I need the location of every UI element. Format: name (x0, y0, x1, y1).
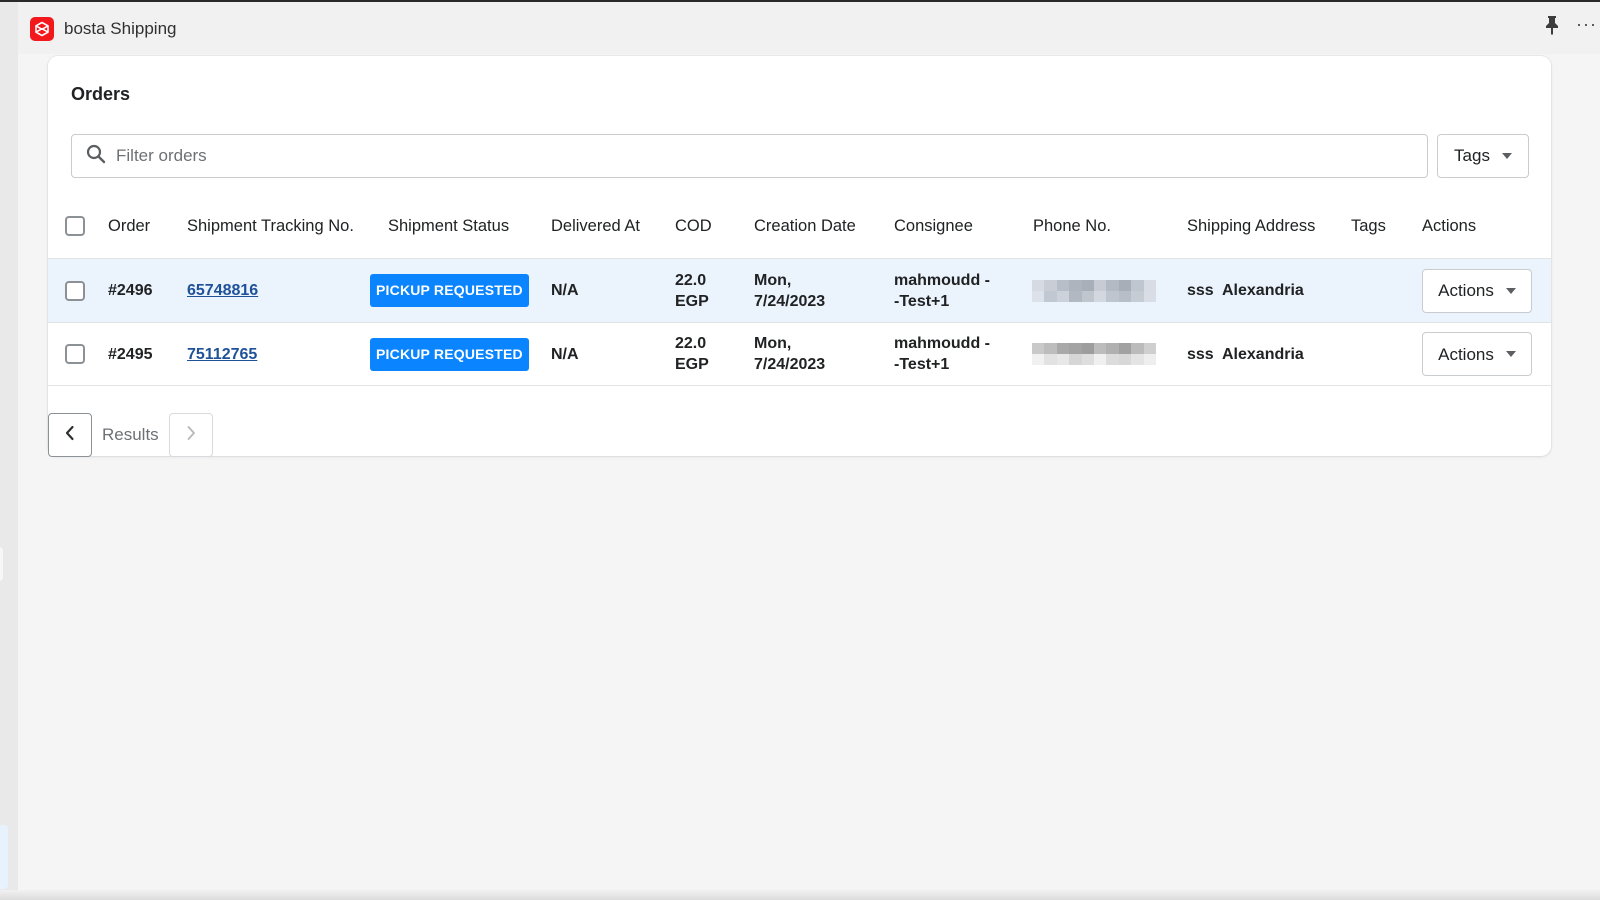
orders-table: Order Shipment Tracking No. Shipment Sta… (48, 194, 1551, 386)
filter-orders-input[interactable] (116, 146, 1396, 166)
pin-icon[interactable] (1544, 15, 1560, 35)
filter-orders-field[interactable] (71, 134, 1428, 178)
row-actions-button[interactable]: Actions (1422, 332, 1532, 376)
tags-filter-button[interactable]: Tags (1437, 134, 1529, 178)
sidebar-active-indicator (0, 825, 8, 889)
phone-number-blurred (1032, 343, 1156, 365)
chevron-right-icon (185, 425, 197, 446)
status-badge: PICKUP REQUESTED (370, 274, 529, 307)
cod-amount: 22.0 (675, 335, 707, 352)
phone-cell (1032, 259, 1156, 322)
consignee-name: mahmoudd - (894, 271, 990, 289)
actions-cell: Actions (1422, 259, 1532, 322)
pagination: Results (48, 413, 213, 457)
actions-button-label: Actions (1438, 281, 1494, 300)
shipping-address: sss Alexandria (1187, 345, 1304, 363)
cod-cell: 22.0 EGP (675, 259, 709, 322)
orders-card: Orders Tags Order Shipment Tracking No. … (48, 56, 1551, 457)
caret-down-icon (1501, 153, 1512, 159)
actions-cell: Actions (1422, 323, 1532, 385)
cod-currency: EGP (675, 356, 709, 373)
caret-down-icon (1505, 287, 1516, 294)
status-cell: PICKUP REQUESTED (370, 323, 529, 385)
column-header-shipping-address[interactable]: Shipping Address (1187, 194, 1315, 258)
table-row[interactable]: #2496 65748816 PICKUP REQUESTED N/A 22.0… (48, 258, 1551, 322)
shipping-address: sss Alexandria (1187, 282, 1304, 299)
tracking-number-link[interactable]: 65748816 (187, 280, 258, 301)
creation-date: 7/24/2023 (754, 292, 826, 310)
actions-button-label: Actions (1438, 344, 1494, 364)
creation-day: Mon, (754, 271, 792, 289)
next-page-button[interactable] (168, 413, 213, 457)
consignee-name-cont: -Test+1 (894, 292, 950, 310)
column-header-delivered-at[interactable]: Delivered At (551, 194, 640, 258)
creation-date: 7/24/2023 (754, 356, 826, 373)
table-row[interactable]: #2495 75112765 PICKUP REQUESTED N/A 22.0… (48, 322, 1551, 386)
header-actions: ··· (1544, 14, 1600, 35)
results-label: Results (102, 425, 159, 444)
delivered-at: N/A (551, 345, 579, 363)
creation-day: Mon, (754, 335, 792, 352)
delivered-at: N/A (551, 282, 579, 299)
sidebar-handle[interactable] (0, 547, 3, 581)
creation-date-cell: Mon, 7/24/2023 (754, 323, 825, 385)
row-checkbox[interactable] (65, 344, 85, 364)
column-header-creation-date[interactable]: Creation Date (754, 194, 856, 258)
search-icon (86, 144, 106, 169)
consignee-name-cont: -Test+1 (894, 356, 950, 373)
select-all-cell (65, 194, 85, 258)
tracking-number-cell: 65748816 (187, 259, 258, 322)
status-badge: PICKUP REQUESTED (370, 337, 529, 371)
column-header-phone[interactable]: Phone No. (1033, 194, 1111, 258)
app-header: bosta Shipping (30, 15, 176, 43)
status-cell: PICKUP REQUESTED (370, 259, 529, 322)
select-all-checkbox[interactable] (65, 216, 85, 236)
tags-button-label: Tags (1454, 146, 1490, 165)
column-header-actions: Actions (1422, 216, 1477, 235)
consignee-cell: mahmoudd - -Test+1 (894, 259, 990, 322)
order-number[interactable]: #2495 (108, 323, 153, 385)
row-select-cell (65, 323, 85, 385)
page-title: Orders (71, 84, 131, 104)
phone-number-blurred (1032, 279, 1156, 302)
column-header-tracking[interactable]: Shipment Tracking No. (187, 194, 354, 258)
row-actions-button[interactable]: Actions (1422, 268, 1532, 313)
column-header-consignee[interactable]: Consignee (894, 194, 973, 258)
caret-down-icon (1505, 351, 1516, 357)
row-checkbox[interactable] (65, 280, 85, 301)
app-title: bosta Shipping (64, 19, 177, 38)
cod-cell: 22.0 EGP (675, 323, 709, 385)
cod-amount: 22.0 (675, 271, 707, 289)
tracking-number-link[interactable]: 75112765 (187, 344, 257, 365)
bosta-logo-icon (30, 17, 54, 41)
consignee-cell: mahmoudd - -Test+1 (894, 323, 990, 385)
more-horizontal-icon[interactable]: ··· (1576, 14, 1600, 35)
creation-date-cell: Mon, 7/24/2023 (754, 259, 825, 322)
row-select-cell (65, 259, 85, 322)
previous-page-button[interactable] (48, 413, 92, 457)
left-sidebar-strip (0, 2, 18, 900)
column-header-order[interactable]: Order (108, 194, 150, 258)
column-header-tags[interactable]: Tags (1351, 194, 1386, 258)
order-number[interactable]: #2496 (108, 259, 153, 322)
tracking-number-cell: 75112765 (187, 323, 257, 385)
chevron-left-icon (64, 425, 76, 446)
phone-cell (1032, 323, 1156, 385)
consignee-name: mahmoudd - (894, 335, 990, 352)
window-bottom-edge (0, 890, 1600, 900)
column-header-cod[interactable]: COD (675, 194, 712, 258)
column-header-status[interactable]: Shipment Status (388, 194, 509, 258)
table-header-row: Order Shipment Tracking No. Shipment Sta… (48, 194, 1551, 258)
cod-currency: EGP (675, 292, 709, 310)
